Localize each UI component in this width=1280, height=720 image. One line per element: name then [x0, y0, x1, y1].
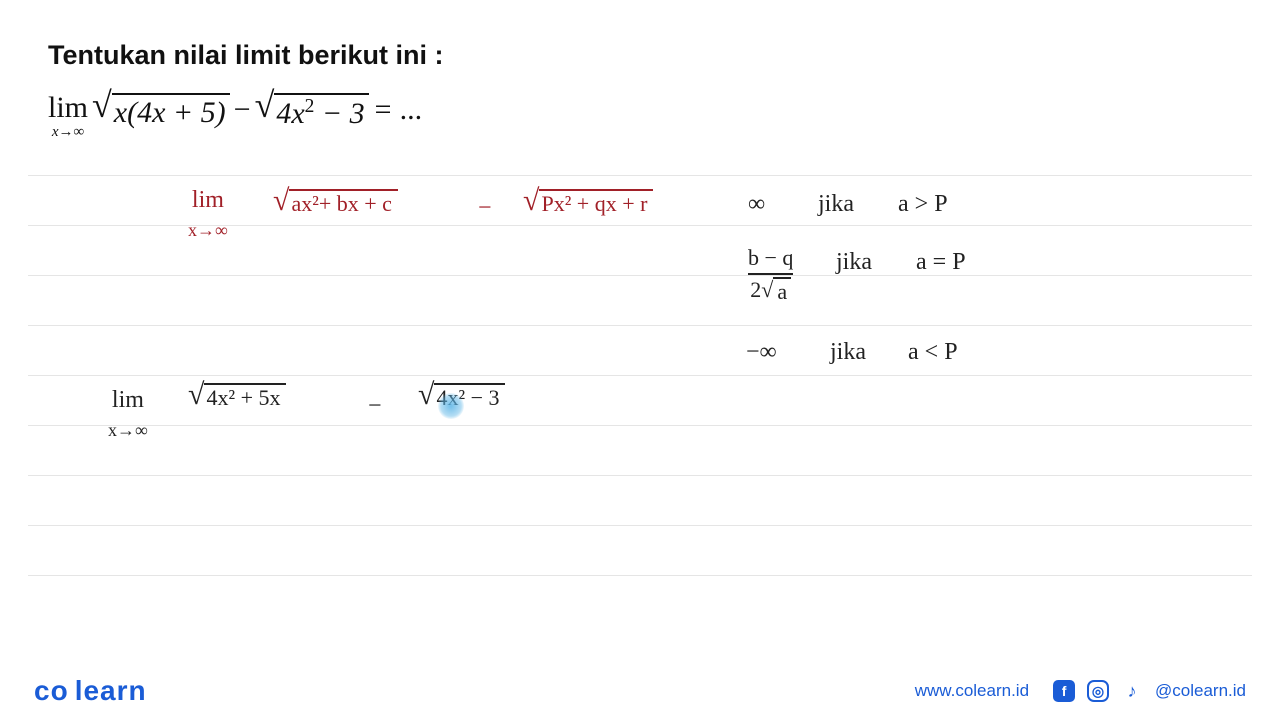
case-2-denom-rad: a — [773, 277, 791, 305]
rule-line — [28, 525, 1252, 526]
rule-line — [28, 375, 1252, 376]
rule-line — [28, 175, 1252, 176]
rule-line — [28, 275, 1252, 276]
formula-sqrt-2: √Px² + qx + r — [523, 189, 653, 217]
minus-sign: − — [234, 93, 251, 127]
work-radicand-1: 4x² + 5x — [204, 383, 286, 411]
instagram-icon: ◎ — [1087, 680, 1109, 702]
formula-sqrt-1: √ax²+ bx + c — [273, 189, 398, 217]
footer-right: www.colearn.id f ◎ ♪ @colearn.id — [915, 680, 1246, 702]
facebook-icon: f — [1053, 680, 1075, 702]
rad2-b: − 3 — [314, 97, 364, 130]
rule-line — [28, 325, 1252, 326]
rad2-a: 4x — [276, 97, 304, 130]
case-3-cond: a < P — [908, 339, 958, 366]
formula-lim-text: lim — [192, 187, 224, 214]
case-1-cond: a > P — [898, 191, 948, 218]
case-2-result: b − q 2 √a — [748, 245, 793, 305]
radical-sign: √ — [255, 92, 275, 119]
logo-part-1: co — [34, 675, 69, 706]
radicand-2: 4x2 − 3 — [274, 93, 368, 132]
problem-expression: lim x→∞ √ x(4x + 5) − √ 4x2 − 3 = ... — [48, 93, 1232, 140]
formula-lim-cond: x→∞ — [188, 220, 228, 241]
exponent-2: 2 — [305, 96, 315, 117]
limit-operator: lim x→∞ — [48, 93, 88, 140]
case-2-cond: a = P — [916, 249, 966, 276]
formula-limit: lim x→∞ — [188, 187, 228, 241]
radicand-1: x(4x + 5) — [112, 93, 230, 131]
lim-text: lim — [48, 93, 88, 123]
case-2-word: jika — [836, 249, 872, 276]
brand-logo: colearn — [34, 675, 147, 707]
case-1-word: jika — [818, 191, 854, 218]
work-lim-text: lim — [112, 387, 144, 414]
work-minus: − — [368, 393, 382, 420]
case-1-result: ∞ — [748, 191, 765, 218]
sqrt-term-2: √ 4x2 − 3 — [255, 93, 369, 132]
case-3-result: −∞ — [746, 339, 777, 366]
logo-part-2: learn — [75, 675, 147, 706]
footer-handle: @colearn.id — [1155, 681, 1246, 701]
rule-line — [28, 575, 1252, 576]
case-3-word: jika — [830, 339, 866, 366]
formula-radicand-2: Px² + qx + r — [539, 189, 653, 217]
page-title: Tentukan nilai limit berikut ini : — [48, 40, 1232, 71]
work-limit: lim x→∞ — [108, 387, 148, 441]
formula-minus: − — [478, 195, 492, 222]
cursor-highlight — [438, 393, 464, 419]
formula-radicand-1: ax²+ bx + c — [289, 189, 397, 217]
rule-line — [28, 425, 1252, 426]
ruled-paper-area: lim x→∞ √ax²+ bx + c − √Px² + qx + r ∞ j… — [28, 175, 1252, 660]
tiktok-icon: ♪ — [1121, 680, 1143, 702]
case-2-denom-coef: 2 — [750, 277, 761, 303]
equals-blank: = ... — [373, 93, 423, 127]
rule-line — [28, 475, 1252, 476]
radical-sign: √ — [92, 92, 112, 119]
page-footer: colearn www.colearn.id f ◎ ♪ @colearn.id — [0, 662, 1280, 720]
fraction-line — [748, 273, 793, 275]
work-sqrt-1: √4x² + 5x — [188, 383, 286, 411]
footer-url: www.colearn.id — [915, 681, 1029, 701]
lim-condition: x→∞ — [52, 125, 84, 140]
work-lim-cond: x→∞ — [108, 420, 148, 441]
case-2-numerator: b − q — [748, 245, 793, 271]
sqrt-term-1: √ x(4x + 5) — [92, 93, 230, 131]
